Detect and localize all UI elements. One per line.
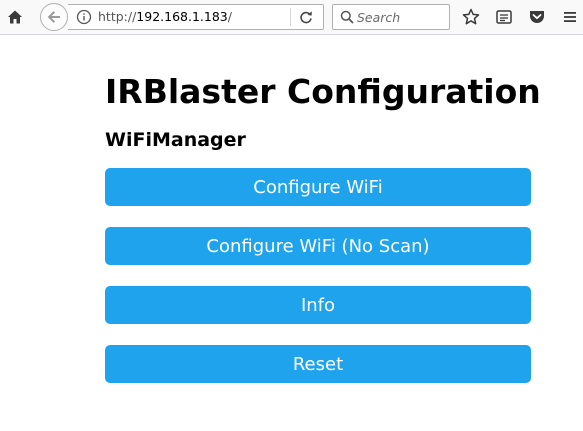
configure-wifi-button[interactable]: Configure WiFi — [105, 168, 531, 206]
search-icon — [339, 9, 355, 25]
overflow-menu-icon[interactable] — [560, 7, 580, 27]
bookmark-star-icon[interactable] — [461, 7, 481, 27]
url-host: 192.168.1.183 — [136, 9, 228, 24]
reader-view-icon[interactable] — [494, 7, 514, 27]
info-icon[interactable] — [76, 9, 92, 25]
url-prefix: http:// — [98, 9, 137, 24]
url-suffix: / — [227, 9, 232, 24]
configure-wifi-no-scan-button[interactable]: Configure WiFi (No Scan) — [105, 227, 531, 265]
page-subtitle: WiFiManager — [105, 129, 246, 151]
back-arrow-icon[interactable] — [40, 3, 68, 31]
info-button[interactable]: Info — [105, 286, 531, 324]
button-list: Configure WiFi Configure WiFi (No Scan) … — [105, 168, 531, 383]
search-input[interactable] — [357, 7, 445, 27]
browser-toolbar: http://192.168.1.183/ — [0, 0, 583, 35]
pocket-icon[interactable] — [527, 7, 547, 27]
address-bar[interactable]: http://192.168.1.183/ — [68, 4, 324, 30]
home-icon[interactable] — [4, 6, 26, 28]
url-text[interactable]: http://192.168.1.183/ — [98, 9, 232, 24]
page-content: IRBlaster Configuration WiFiManager Conf… — [105, 36, 541, 404]
url-divider — [290, 8, 291, 26]
page-title: IRBlaster Configuration — [105, 72, 541, 111]
search-box[interactable] — [332, 4, 450, 30]
reset-button[interactable]: Reset — [105, 345, 531, 383]
reload-icon[interactable] — [298, 9, 314, 25]
